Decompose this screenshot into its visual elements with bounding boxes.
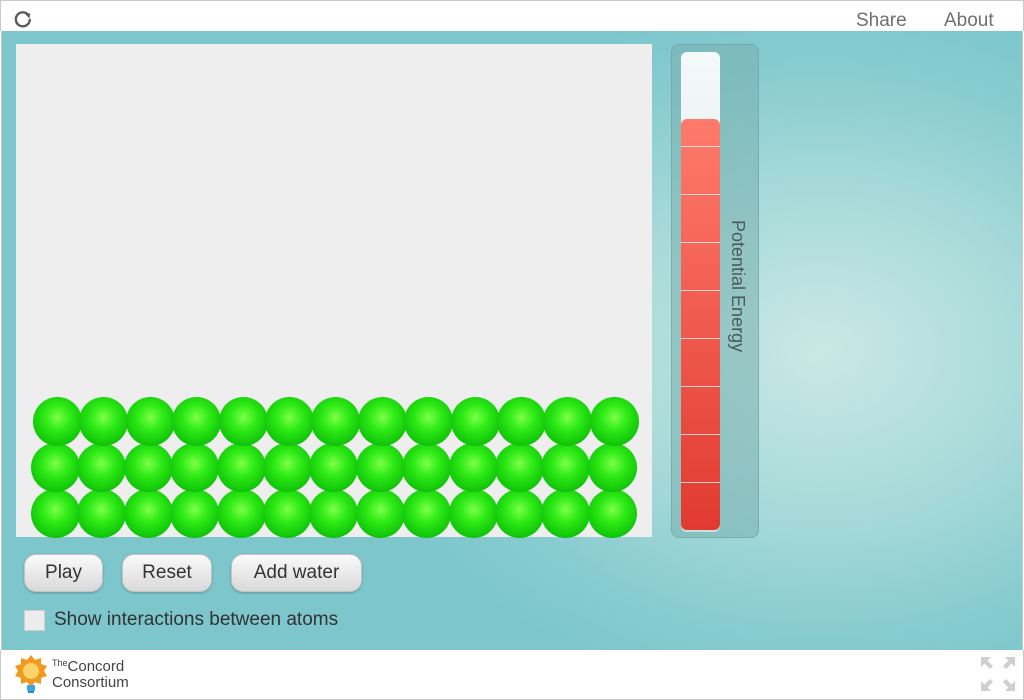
concord-logo-text: TheConcord Consortium xyxy=(52,658,129,691)
atom[interactable] xyxy=(541,443,591,492)
atom[interactable] xyxy=(541,489,591,538)
energy-bar-tick xyxy=(681,434,720,435)
show-interactions-checkbox[interactable] xyxy=(24,610,45,631)
energy-bar-fill xyxy=(681,119,720,530)
footer: TheConcord Consortium xyxy=(0,650,1024,700)
logo-the: The xyxy=(52,658,68,668)
energy-bar-tick xyxy=(681,290,720,291)
atom[interactable] xyxy=(589,397,639,446)
atom[interactable] xyxy=(172,397,222,446)
energy-bar-tick xyxy=(681,386,720,387)
atom[interactable] xyxy=(170,489,220,538)
atom[interactable] xyxy=(587,443,637,492)
atom[interactable] xyxy=(311,397,361,446)
atom[interactable] xyxy=(404,397,454,446)
atom[interactable] xyxy=(495,443,544,492)
atom[interactable] xyxy=(216,489,266,538)
atom[interactable] xyxy=(497,397,546,446)
atom[interactable] xyxy=(31,443,80,492)
atom[interactable] xyxy=(309,489,359,538)
atom[interactable] xyxy=(309,443,359,492)
atom[interactable] xyxy=(125,397,175,446)
energy-bar-tick xyxy=(681,194,720,195)
show-interactions-label[interactable]: Show interactions between atoms xyxy=(54,609,338,631)
atom[interactable] xyxy=(263,489,312,538)
atom[interactable] xyxy=(357,397,407,446)
play-button[interactable]: Play xyxy=(24,554,103,592)
potential-energy-bar-graph: Potential Energy xyxy=(671,44,759,538)
atom[interactable] xyxy=(587,489,637,538)
atom[interactable] xyxy=(355,443,405,492)
share-link[interactable]: Share xyxy=(856,10,907,32)
atom[interactable] xyxy=(402,443,452,492)
fullscreen-icon[interactable] xyxy=(979,655,1017,693)
atom[interactable] xyxy=(123,489,173,538)
atom[interactable] xyxy=(77,443,127,492)
atom[interactable] xyxy=(543,397,593,446)
reset-button[interactable]: Reset xyxy=(122,554,212,592)
atom[interactable] xyxy=(448,489,498,538)
lightbulb-logo-icon xyxy=(15,655,47,693)
model-container[interactable] xyxy=(16,44,652,538)
atom[interactable] xyxy=(33,397,82,446)
energy-bar-tick xyxy=(681,146,720,147)
atom[interactable] xyxy=(170,443,220,492)
top-bar: Share About xyxy=(0,0,1024,31)
atom[interactable] xyxy=(77,489,127,538)
reload-icon[interactable] xyxy=(13,9,33,29)
atom[interactable] xyxy=(79,397,129,446)
atom[interactable] xyxy=(263,443,312,492)
atom[interactable] xyxy=(218,397,268,446)
atom[interactable] xyxy=(495,489,544,538)
atom[interactable] xyxy=(450,397,500,446)
about-link[interactable]: About xyxy=(944,10,994,32)
atom[interactable] xyxy=(265,397,314,446)
energy-bar-tick xyxy=(681,338,720,339)
atom[interactable] xyxy=(123,443,173,492)
energy-bar-tick xyxy=(681,482,720,483)
atom[interactable] xyxy=(448,443,498,492)
atom[interactable] xyxy=(216,443,266,492)
atom[interactable] xyxy=(402,489,452,538)
logo-concord: Concord xyxy=(67,658,125,675)
atom[interactable] xyxy=(355,489,405,538)
energy-bar-tick xyxy=(681,242,720,243)
interactive-stage: Potential Energy Play Reset Add water Sh… xyxy=(1,31,1023,650)
add-water-button[interactable]: Add water xyxy=(231,554,362,592)
logo-consortium: Consortium xyxy=(52,674,129,691)
energy-bar-label: Potential Energy xyxy=(728,220,748,353)
atom[interactable] xyxy=(31,489,80,538)
